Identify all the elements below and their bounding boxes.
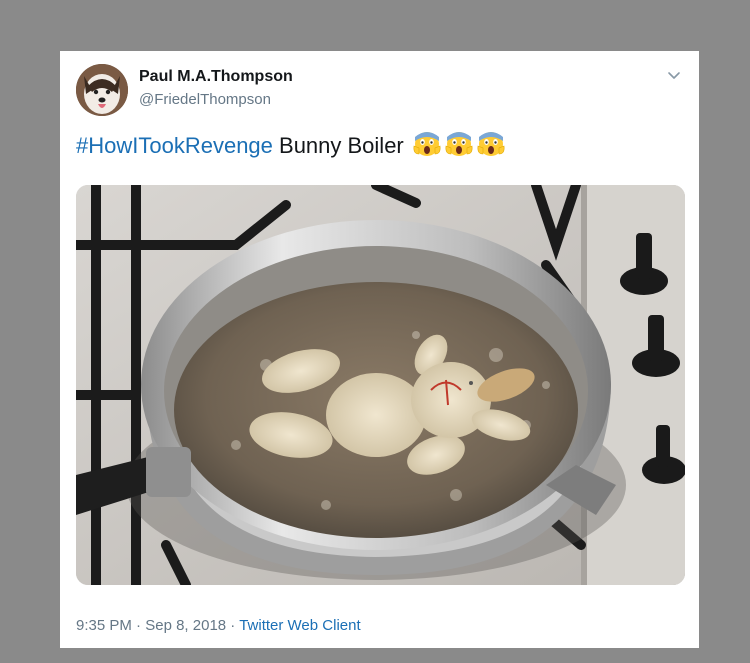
screaming-face-icon (412, 129, 442, 163)
tweet-meta: 9:35 PM · Sep 8, 2018 · Twitter Web Clie… (76, 617, 361, 634)
screaming-face-icon (444, 129, 474, 163)
meta-separator: · (136, 617, 142, 634)
avatar[interactable] (76, 64, 128, 116)
tweet-client-link[interactable]: Twitter Web Client (239, 617, 360, 634)
tweet-time[interactable]: 9:35 PM (76, 617, 132, 634)
tweet-text: #HowITookRevenge Bunny Boiler (76, 129, 506, 163)
meta-separator: · (230, 617, 236, 634)
chevron-down-icon[interactable] (665, 66, 683, 84)
screaming-face-icon (476, 129, 506, 163)
author-name[interactable]: Paul M.A.Thompson (139, 68, 293, 86)
author-handle[interactable]: @FriedelThompson (139, 91, 271, 108)
tweet-photo[interactable] (76, 185, 685, 585)
tweet-date[interactable]: Sep 8, 2018 (145, 617, 226, 634)
tweet-card: Paul M.A.Thompson @FriedelThompson #HowI… (60, 51, 699, 648)
hashtag-link[interactable]: #HowITookRevenge (76, 133, 273, 158)
tweet-body: Bunny Boiler (272, 133, 404, 158)
